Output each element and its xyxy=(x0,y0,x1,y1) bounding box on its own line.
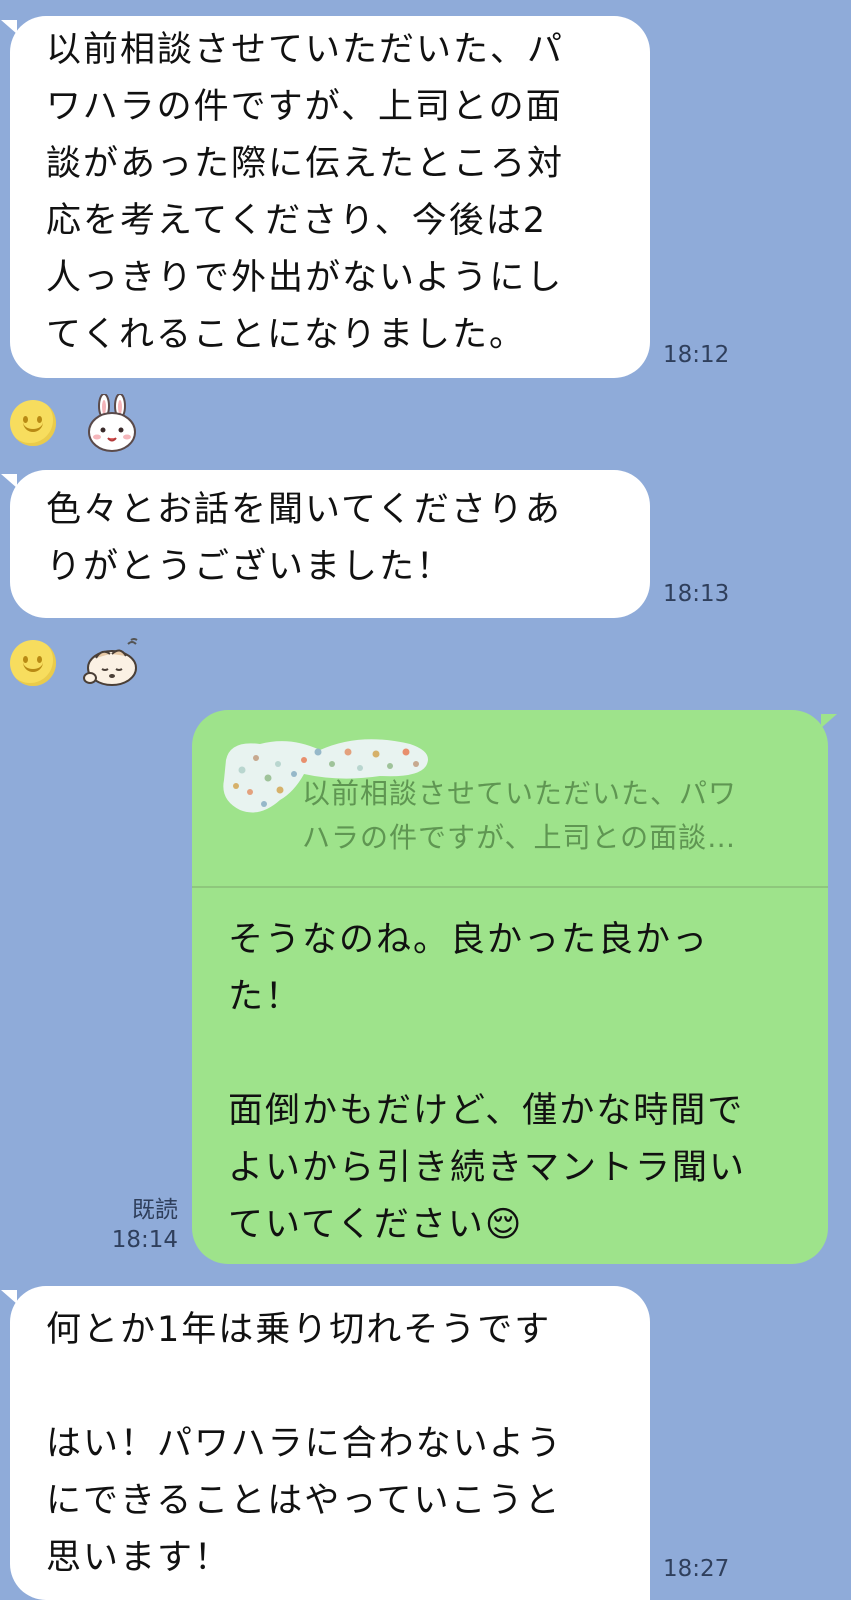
message-text: そうなのね。良かった良かっ た！ 面倒かもだけど、僅かな時間で よいから引き続き… xyxy=(228,920,747,1245)
bubble-tail xyxy=(1,1290,17,1304)
chat-area[interactable]: 以前相談させていただいた、パ ワハラの件ですが、上司との面 談があった際に伝えた… xyxy=(0,0,851,1600)
incoming-message-bubble[interactable]: 何とか1年は乗り切れそうです はい！パワハラに合わないよう にできることはやって… xyxy=(1,1286,650,1600)
smile-reaction-icon[interactable] xyxy=(10,640,56,686)
incoming-message-bubble[interactable]: 色々とお話を聞いてくださりあ りがとうございました！ xyxy=(1,470,650,618)
message-text: 以前相談させていただいた、パ ワハラの件ですが、上司との面 談があった際に伝えた… xyxy=(46,30,565,355)
message-time: 18:14 xyxy=(111,1227,178,1253)
sleepy-creature-sticker-icon[interactable] xyxy=(82,638,142,690)
message-text: 何とか1年は乗り切れそうです はい！パワハラに合わないよう にできることはやって… xyxy=(46,1310,563,1578)
bunny-sticker-icon[interactable] xyxy=(84,394,140,454)
outgoing-message-bubble[interactable]: 以前相談させていただいた、パワ ハラの件ですが、上司との面談… そうなのね。良か… xyxy=(192,710,837,1264)
message-time: 18:13 xyxy=(663,581,730,607)
bubble-tail xyxy=(1,20,17,34)
reply-quote[interactable]: 以前相談させていただいた、パワ ハラの件ですが、上司との面談… xyxy=(192,710,828,888)
read-receipt: 既読 xyxy=(132,1197,178,1223)
bubble-tail xyxy=(1,474,17,488)
smile-reaction-icon[interactable] xyxy=(10,400,56,446)
incoming-message-bubble[interactable]: 以前相談させていただいた、パ ワハラの件ですが、上司との面 談があった際に伝えた… xyxy=(1,16,650,378)
message-time: 18:12 xyxy=(663,342,730,368)
quoted-message-text: 以前相談させていただいた、パワ ハラの件ですが、上司との面談… xyxy=(302,777,738,854)
message-text: 色々とお話を聞いてくださりあ りがとうございました！ xyxy=(46,490,562,587)
message-time: 18:27 xyxy=(663,1556,730,1582)
